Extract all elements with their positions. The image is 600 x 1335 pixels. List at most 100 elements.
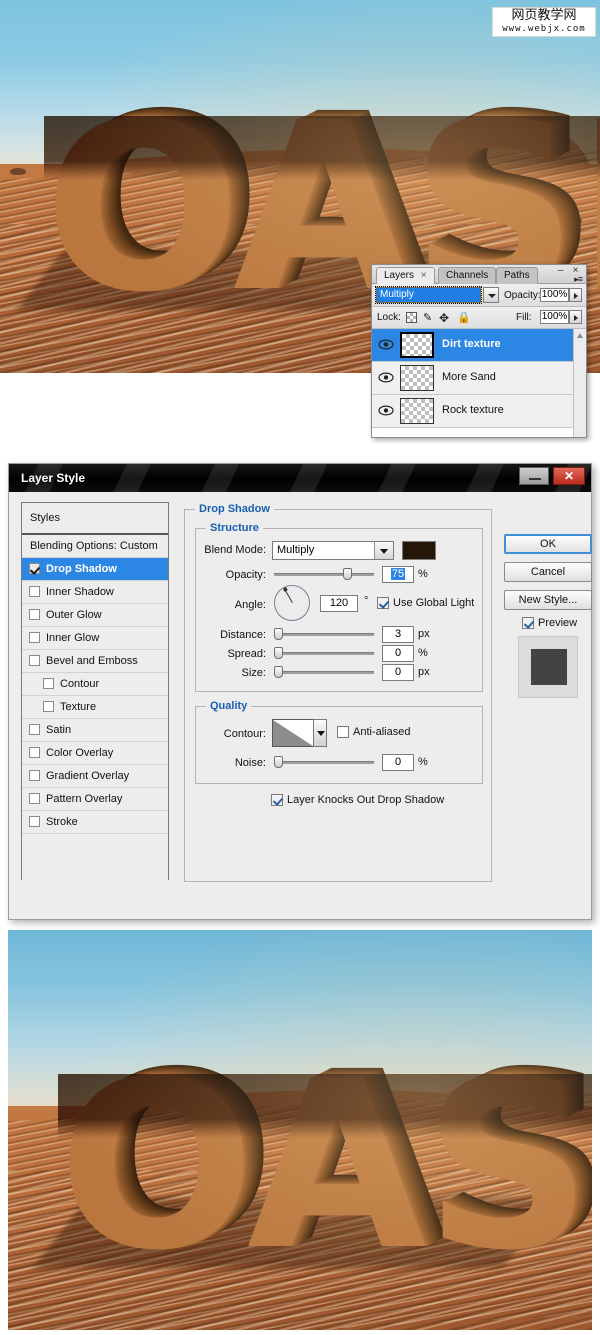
use-global-light-label[interactable]: Use Global Light [393,597,474,609]
distance-input[interactable]: 3 [382,626,414,643]
contour-preview[interactable] [272,719,314,747]
layer-row-more-sand[interactable]: More Sand [372,362,586,395]
close-button[interactable]: ✕ [553,467,585,485]
layers-scrollbar[interactable] [573,329,586,437]
style-item-inner-shadow[interactable]: Inner Shadow [22,581,168,604]
all-lock-icon[interactable]: 🔒 [457,311,471,324]
eye-icon[interactable] [378,371,394,384]
eye-icon[interactable] [378,404,394,417]
blend-mode-chevron-down-icon[interactable] [483,287,499,303]
style-item-label: Stroke [46,816,78,828]
style-item-label: Gradient Overlay [46,770,129,782]
tab-channels[interactable]: Channels [438,267,496,284]
style-checkbox[interactable] [29,609,40,620]
slider-knob[interactable] [274,628,283,640]
blend-mode-select[interactable]: Multiply [272,541,394,560]
style-checkbox[interactable] [29,770,40,781]
move-lock-icon[interactable]: ✥ [439,311,449,325]
opacity-value[interactable]: 100% [540,288,569,302]
shadow-color-swatch[interactable] [402,541,436,560]
angle-dial[interactable] [274,585,310,621]
slider-knob[interactable] [343,568,352,580]
noise-unit: % [418,756,428,768]
styles-header[interactable]: Styles [22,503,168,535]
ok-button[interactable]: OK [504,534,592,554]
spread-slider[interactable] [274,647,374,659]
size-input[interactable]: 0 [382,664,414,681]
noise-input[interactable]: 0 [382,754,414,771]
style-checkbox[interactable] [29,747,40,758]
style-item-texture[interactable]: Texture [22,696,168,719]
style-checkbox[interactable] [29,793,40,804]
style-item-pattern-overlay[interactable]: Pattern Overlay [22,788,168,811]
style-item-inner-glow[interactable]: Inner Glow [22,627,168,650]
chevron-down-icon[interactable] [374,542,393,559]
noise-slider[interactable] [274,756,374,768]
tab-paths[interactable]: Paths [496,267,538,284]
style-item-contour[interactable]: Contour [22,673,168,696]
layer-name[interactable]: More Sand [442,371,496,383]
fill-value[interactable]: 100% [540,310,569,324]
panel-minimize-icon[interactable]: – [555,266,566,277]
desert-bush [10,168,26,175]
style-item-bevel-and-emboss[interactable]: Bevel and Emboss [22,650,168,673]
angle-input[interactable]: 120 [320,595,358,612]
styles-list[interactable]: Styles Blending Options: Custom Drop Sha… [21,502,169,880]
preview-label[interactable]: Preview [538,617,577,629]
style-checkbox[interactable] [29,655,40,666]
layer-name[interactable]: Rock texture [442,404,504,416]
transparency-lock-icon[interactable] [406,312,417,323]
style-checkbox[interactable] [29,816,40,827]
style-item-stroke[interactable]: Stroke [22,811,168,834]
layer-row-rock-texture[interactable]: Rock texture [372,395,586,428]
layer-row-dirt-texture[interactable]: Dirt texture [372,329,586,362]
style-checkbox[interactable] [29,563,40,574]
layer-style-dialog[interactable]: Layer Style ✕ Styles Blending Options: C… [8,463,592,920]
layers-list[interactable]: Dirt texture More Sand Rock texture [372,329,586,437]
style-item-outer-glow[interactable]: Outer Glow [22,604,168,627]
brush-lock-icon[interactable]: ✎ [423,311,432,324]
lock-label: Lock: [377,307,401,328]
minimize-button[interactable] [519,467,549,485]
tab-layers[interactable]: Layers × [376,267,435,284]
tab-close-icon[interactable]: × [421,270,427,281]
style-item-blending-options[interactable]: Blending Options: Custom [22,535,168,558]
scene-bottom-result: OASIS [8,930,592,1330]
slider-knob[interactable] [274,647,283,659]
style-item-drop-shadow[interactable]: Drop Shadow [22,558,168,581]
style-item-color-overlay[interactable]: Color Overlay [22,742,168,765]
layer-knocks-out-checkbox[interactable] [271,794,283,806]
layer-name[interactable]: Dirt texture [442,338,501,350]
use-global-light-checkbox[interactable] [377,597,389,609]
dialog-title-bar: Layer Style ✕ [9,464,591,492]
opacity-spinner[interactable] [569,288,582,302]
layer-thumbnail[interactable] [400,365,434,391]
eye-icon[interactable] [378,338,394,351]
slider-knob[interactable] [274,666,283,678]
layer-knocks-out-label[interactable]: Layer Knocks Out Drop Shadow [287,794,444,806]
style-checkbox[interactable] [43,701,54,712]
style-checkbox[interactable] [29,724,40,735]
layer-thumbnail[interactable] [400,398,434,424]
contour-chevron-down-icon[interactable] [313,719,327,747]
opacity-input[interactable]: 75 [382,566,414,583]
layers-panel[interactable]: Layers × Channels Paths – × ▸≡ Multiply … [371,264,587,438]
anti-aliased-label[interactable]: Anti-aliased [353,726,410,738]
opacity-slider[interactable] [274,568,374,580]
cancel-button[interactable]: Cancel [504,562,592,582]
anti-aliased-checkbox[interactable] [337,726,349,738]
style-checkbox[interactable] [29,586,40,597]
preview-checkbox[interactable] [522,617,534,629]
spread-input[interactable]: 0 [382,645,414,662]
new-style-button[interactable]: New Style... [504,590,592,610]
size-slider[interactable] [274,666,374,678]
style-checkbox[interactable] [43,678,54,689]
layer-thumbnail[interactable] [400,332,434,358]
style-item-gradient-overlay[interactable]: Gradient Overlay [22,765,168,788]
style-checkbox[interactable] [29,632,40,643]
distance-slider[interactable] [274,628,374,640]
fill-spinner[interactable] [569,310,582,324]
blend-mode-select[interactable]: Multiply [376,287,481,303]
slider-knob[interactable] [274,756,283,768]
style-item-satin[interactable]: Satin [22,719,168,742]
